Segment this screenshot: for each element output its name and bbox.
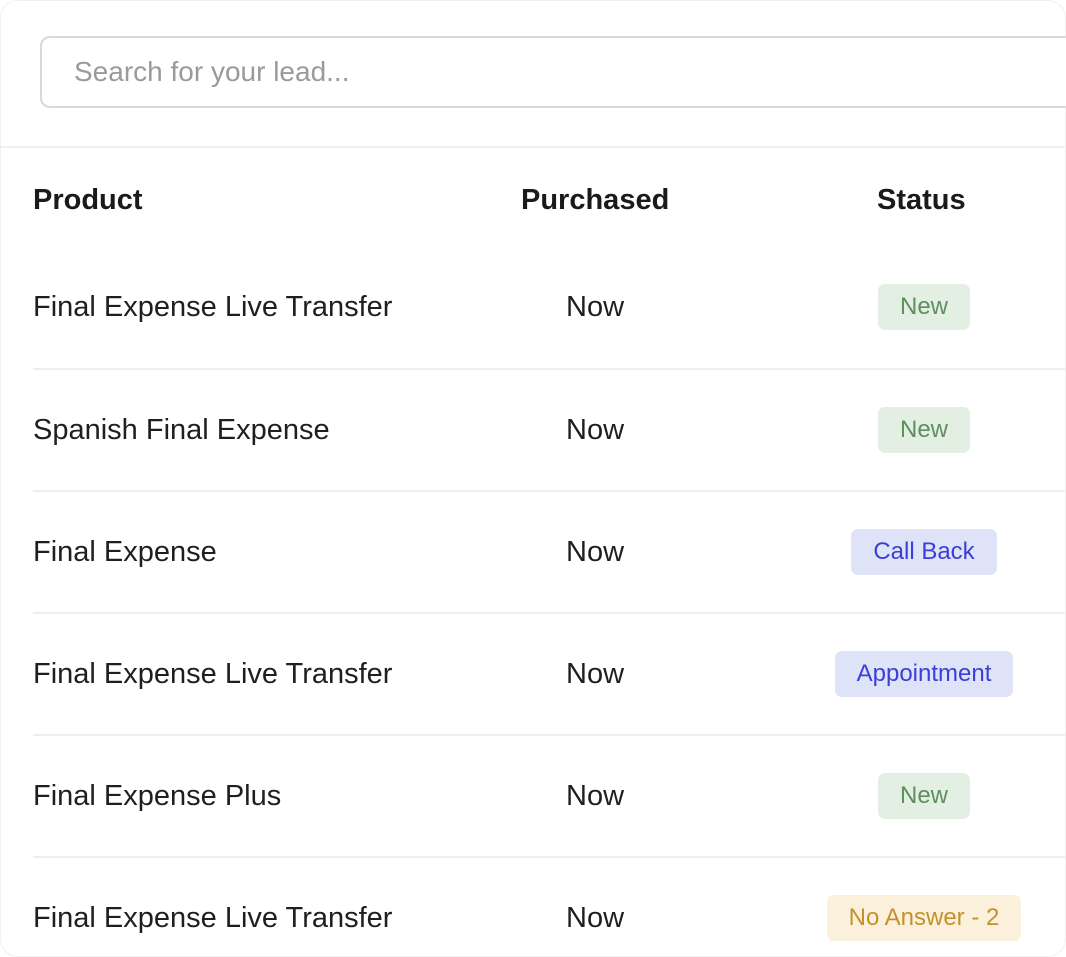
- purchased-cell: Now: [566, 901, 625, 934]
- product-cell: Spanish Final Expense: [33, 413, 330, 446]
- search-input[interactable]: [42, 38, 1066, 106]
- column-header-product[interactable]: Product: [33, 184, 143, 217]
- product-cell: Final Expense: [33, 535, 217, 568]
- status-badge: Call Back: [851, 529, 997, 575]
- status-badge: New: [877, 284, 970, 330]
- status-badge: No Answer - 2: [826, 895, 1022, 941]
- product-cell: Final Expense Plus: [33, 779, 282, 812]
- table-row[interactable]: Final Expense Live Transfer Now New: [33, 246, 1066, 368]
- status-cell: New: [823, 370, 1025, 490]
- table-row[interactable]: Final Expense Live Transfer Now No Answe…: [33, 856, 1066, 957]
- status-badge: New: [877, 773, 970, 819]
- leads-card: Product Purchased Status Final Expense L…: [0, 0, 1066, 957]
- purchased-cell: Now: [566, 535, 625, 568]
- column-header-status[interactable]: Status: [877, 184, 966, 217]
- product-cell: Final Expense Live Transfer: [33, 901, 393, 934]
- table-header: Product Purchased Status: [33, 160, 1066, 246]
- status-cell: Appointment: [823, 614, 1025, 734]
- purchased-cell: Now: [566, 413, 625, 446]
- leads-table: Product Purchased Status Final Expense L…: [33, 160, 1066, 957]
- table-row[interactable]: Final Expense Now Call Back: [33, 490, 1066, 612]
- status-badge: Appointment: [834, 651, 1014, 697]
- status-cell: New: [823, 246, 1025, 368]
- table-row[interactable]: Final Expense Plus Now New: [33, 734, 1066, 856]
- purchased-cell: Now: [566, 779, 625, 812]
- product-cell: Final Expense Live Transfer: [33, 290, 393, 323]
- status-cell: Call Back: [823, 492, 1025, 612]
- status-cell: No Answer - 2: [823, 858, 1025, 957]
- status-cell: New: [823, 736, 1025, 856]
- purchased-cell: Now: [566, 290, 625, 323]
- table-row[interactable]: Final Expense Live Transfer Now Appointm…: [33, 612, 1066, 734]
- status-badge: New: [877, 407, 970, 453]
- table-row[interactable]: Spanish Final Expense Now New: [33, 368, 1066, 490]
- product-cell: Final Expense Live Transfer: [33, 657, 393, 690]
- purchased-cell: Now: [566, 657, 625, 690]
- search-box[interactable]: [40, 36, 1066, 108]
- header-divider: [0, 146, 1066, 148]
- column-header-purchased[interactable]: Purchased: [521, 184, 669, 217]
